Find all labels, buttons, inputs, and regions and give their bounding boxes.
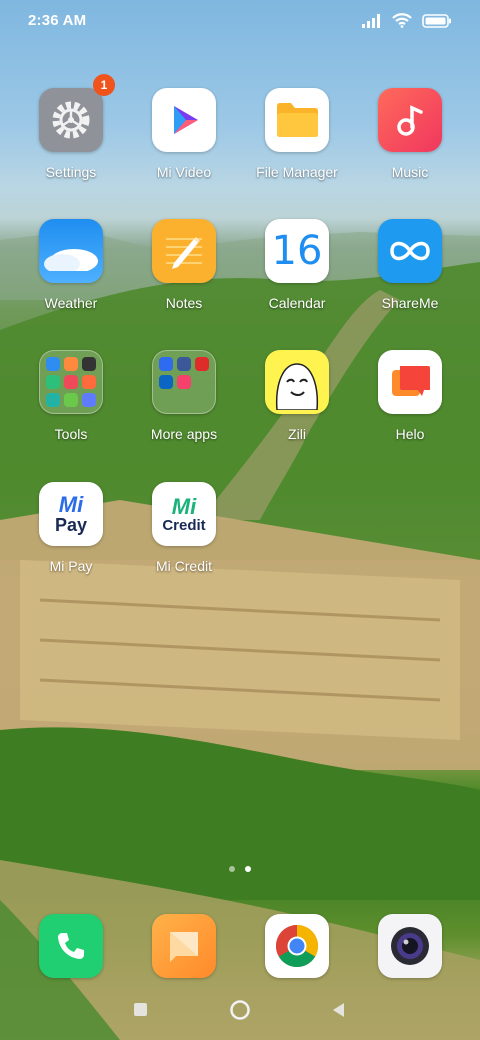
app-label: Calendar [268, 295, 326, 311]
dock-phone[interactable] [15, 914, 127, 984]
folder-icon [265, 88, 329, 152]
mi-credit-logo-top: Mi [171, 493, 197, 519]
page-dot[interactable] [229, 866, 235, 872]
mini-app-icon [46, 357, 60, 371]
status-time: 2:36 AM [28, 12, 87, 29]
back-icon[interactable] [330, 1001, 348, 1019]
weather-cloud-icon [39, 219, 103, 283]
app-label: Mi Credit [155, 558, 212, 574]
mini-app-icon [64, 375, 78, 389]
camera-icon [378, 914, 442, 978]
dock-messaging[interactable] [128, 914, 240, 984]
folder-more-apps[interactable]: More apps [128, 350, 240, 460]
app-notes[interactable]: Notes [128, 219, 240, 329]
app-mi-video[interactable]: Mi Video [128, 88, 240, 198]
mini-app-icon [82, 393, 96, 407]
signal-icon [362, 13, 380, 28]
dock-camera[interactable] [354, 914, 466, 984]
more-apps-folder-icon [152, 350, 216, 414]
app-label: Music [391, 164, 429, 180]
mi-pay-icon: Mi Pay [39, 482, 103, 546]
mi-pay-logo-bottom: Pay [54, 515, 88, 535]
battery-icon [422, 13, 451, 28]
folder-tools[interactable]: Tools [15, 350, 127, 460]
status-icons [362, 13, 452, 28]
page-dot-active[interactable] [245, 866, 251, 872]
app-label: Weather [44, 295, 98, 311]
app-label: More apps [150, 426, 218, 442]
mini-app-icon [82, 357, 96, 371]
mi-pay-logo-top: Mi [58, 492, 84, 517]
app-file-manager[interactable]: File Manager [241, 88, 353, 198]
app-label: Helo [395, 426, 425, 442]
messaging-icon [152, 914, 216, 978]
wifi-icon [392, 13, 412, 28]
notes-pencil-icon [152, 219, 216, 283]
tools-folder-icon [39, 350, 103, 414]
mini-app-icon [64, 357, 78, 371]
app-label: Tools [54, 426, 88, 442]
shareme-infinity-icon [378, 219, 442, 283]
settings-icon [39, 88, 103, 152]
app-label: Settings [45, 164, 97, 180]
music-note-icon [378, 88, 442, 152]
app-mi-credit[interactable]: Mi Credit Mi Credit [128, 482, 240, 592]
mi-video-icon [152, 88, 216, 152]
page-indicator [0, 866, 480, 872]
mini-app-icon [46, 375, 60, 389]
home-icon[interactable] [229, 999, 251, 1021]
app-mi-pay[interactable]: Mi Pay Mi Pay [15, 482, 127, 592]
mini-app-icon [177, 357, 191, 371]
mini-app-icon [82, 375, 96, 389]
mini-app-icon [177, 375, 191, 389]
app-weather[interactable]: Weather [15, 219, 127, 329]
phone-icon [39, 914, 103, 978]
helo-chat-icon [378, 350, 442, 414]
app-label: ShareMe [381, 295, 439, 311]
nav-bar [0, 996, 480, 1026]
mini-app-icon [159, 357, 173, 371]
zili-face-icon [265, 350, 329, 414]
app-zili[interactable]: Zili [241, 350, 353, 460]
mini-app-icon [159, 375, 173, 389]
chrome-icon [265, 914, 329, 978]
app-calendar[interactable]: 16 Calendar [241, 219, 353, 329]
dock-chrome[interactable] [241, 914, 353, 984]
app-shareme[interactable]: ShareMe [354, 219, 466, 329]
app-music[interactable]: Music [354, 88, 466, 198]
mi-credit-logo-bottom: Credit [162, 516, 206, 534]
app-label: Mi Pay [49, 558, 93, 574]
mi-credit-icon: Mi Credit [152, 482, 216, 546]
app-label: Mi Video [156, 164, 212, 180]
calendar-icon: 16 [265, 219, 329, 283]
notification-badge: 1 [93, 74, 115, 96]
app-label: File Manager [256, 164, 338, 180]
app-helo[interactable]: Helo [354, 350, 466, 460]
mini-app-icon [46, 393, 60, 407]
app-label: Notes [165, 295, 203, 311]
mini-app-icon [195, 357, 209, 371]
app-settings[interactable]: 1 Settings [15, 74, 127, 198]
calendar-day: 16 [271, 228, 323, 274]
mini-app-icon [64, 393, 78, 407]
recents-icon[interactable] [132, 1001, 150, 1019]
app-label: Zili [288, 426, 306, 442]
status-bar: 2:36 AM [0, 0, 480, 42]
